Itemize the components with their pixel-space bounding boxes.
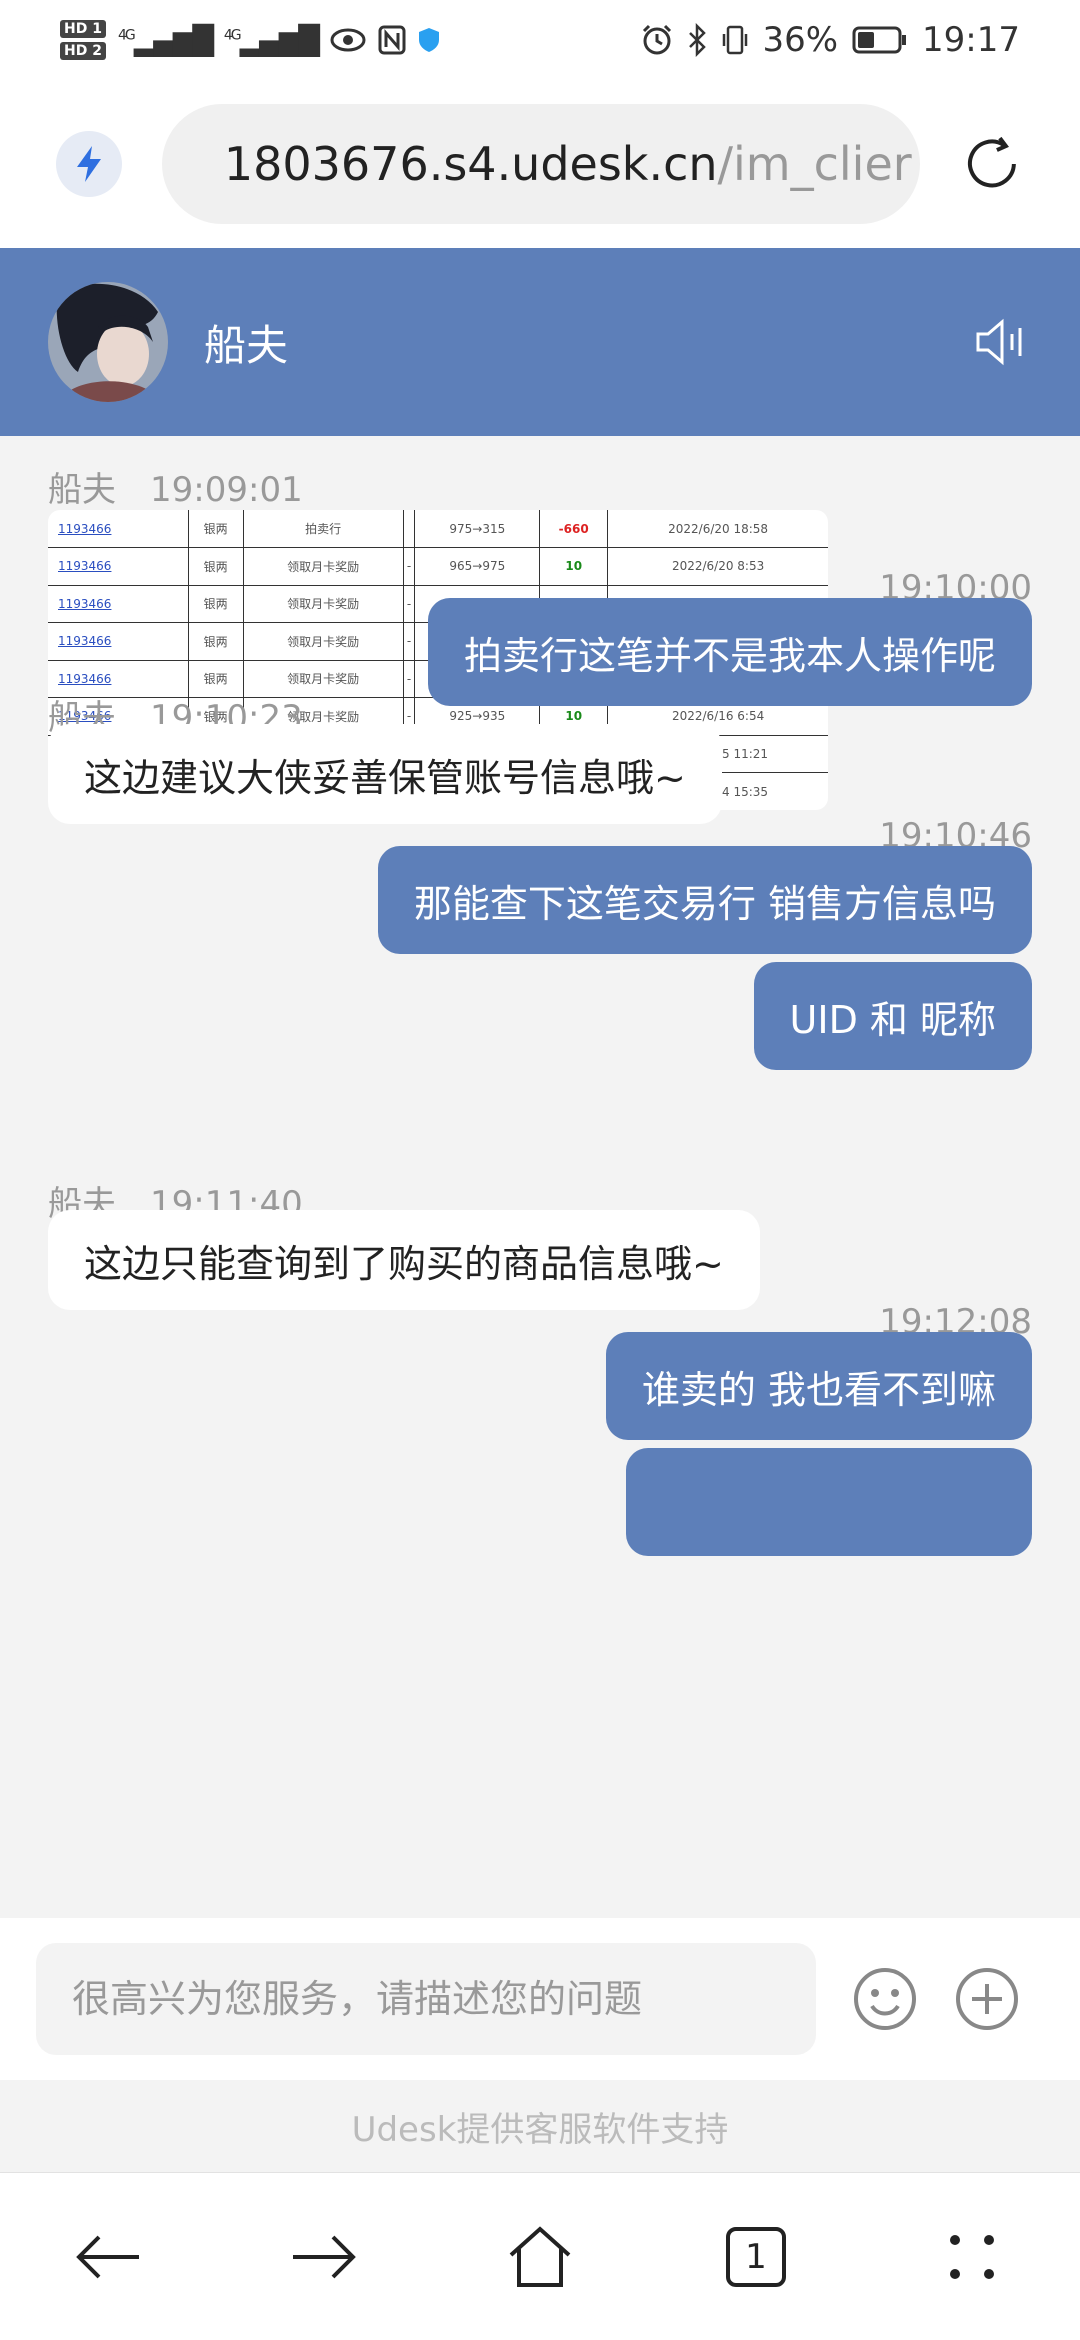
net2-label: 4G — [223, 27, 242, 44]
image-table-cell: - — [403, 622, 416, 661]
image-table-cell: 1193466 — [48, 547, 189, 586]
clock: 19:17 — [922, 20, 1020, 60]
agent-avatar — [48, 282, 168, 402]
avatar-image — [48, 282, 168, 402]
image-table-cell: 银两 — [188, 585, 244, 623]
agent-name: 船夫 — [204, 320, 289, 370]
image-table-cell: 拍卖行 — [243, 510, 404, 548]
chat-header: 船夫 — [0, 248, 1080, 436]
user-message-bubble: 拍卖行这笔并不是我本人操作呢 — [427, 598, 1032, 706]
image-table-cell: - — [403, 547, 416, 586]
image-table-row: 1193466 银两 领取月卡奖励 -965→975 10 2022/6/20 8:53 — [48, 547, 828, 586]
home-button[interactable] — [495, 2212, 585, 2302]
tab-count: 1 — [745, 2236, 767, 2277]
message-meta: 船夫 19:09:01 — [48, 462, 303, 511]
eye-icon — [330, 28, 366, 52]
image-table-cell: -660 — [539, 510, 609, 548]
tabs-button[interactable]: 1 — [711, 2212, 801, 2302]
user-message-bubble: 谁卖的 我也看不到嘛 — [605, 1332, 1032, 1440]
image-table-cell: 银两 — [188, 622, 244, 661]
signal-2-icon: 4G▂▄▆█ — [223, 23, 320, 57]
emoji-icon[interactable] — [852, 1966, 918, 2032]
browser-toolbar: 1803676.s4.udesk.cn/im_clier — [0, 80, 1080, 248]
image-table-cell — [403, 510, 416, 548]
arrow-left-icon — [76, 2235, 139, 2278]
status-bar: HD 1 HD 2 4G▂▄▆█ 4G▂▄▆█ 36% 19:17 — [0, 0, 1080, 80]
nfc-icon — [378, 25, 406, 55]
more-button[interactable] — [927, 2212, 1017, 2302]
back-button[interactable] — [63, 2212, 153, 2302]
sim2-label: HD 2 — [60, 42, 106, 60]
sim-indicators: HD 1 HD 2 — [60, 20, 106, 60]
bluetooth-icon — [689, 23, 707, 57]
footer-credit: Udesk提供客服软件支持 — [0, 2080, 1080, 2172]
reload-icon[interactable] — [960, 132, 1024, 196]
alarm-icon — [643, 24, 672, 55]
browser-nav-bar: 1 — [0, 2172, 1080, 2340]
forward-button[interactable] — [279, 2212, 369, 2302]
image-table-cell: 10 — [539, 547, 609, 586]
signal-1-icon: 4G▂▄▆█ — [117, 23, 214, 57]
image-table-cell: 2022/6/20 18:58 — [607, 510, 828, 548]
home-icon — [509, 2225, 571, 2287]
arrow-right-icon — [293, 2235, 356, 2278]
bolt-icon — [76, 146, 101, 182]
image-table-cell: 965→975 — [414, 547, 541, 586]
image-table-cell: 975→315 — [414, 510, 541, 548]
message-list[interactable]: 船夫 19:09:01 1193466 银两 拍卖行 975→315 -660 2022/6… — [0, 436, 1080, 1880]
vibrate-icon — [723, 25, 748, 55]
url-bar[interactable]: 1803676.s4.udesk.cn/im_clier — [161, 104, 921, 224]
net1-label: 4G — [117, 27, 136, 44]
status-left: HD 1 HD 2 4G▂▄▆█ 4G▂▄▆█ — [60, 20, 440, 60]
image-table-cell: 领取月卡奖励 — [243, 585, 404, 623]
message-time: 19:09:01 — [150, 470, 303, 510]
user-message-bubble: 那能查下这笔交易行 销售方信息吗 — [377, 846, 1032, 954]
image-table-cell: - — [403, 660, 416, 698]
url-text: 1803676.s4.udesk.cn/im_clier — [224, 137, 912, 191]
image-table-cell: 领取月卡奖励 — [243, 547, 404, 586]
image-table-cell: 1193466 — [48, 585, 189, 623]
url-host: 1803676.s4.udesk.cn — [223, 137, 718, 191]
agent-message-bubble: 这边建议大侠妥善保管账号信息哦~ — [48, 724, 722, 824]
more-icon — [950, 2234, 994, 2279]
image-table-cell: 1193466 — [48, 622, 189, 661]
add-icon[interactable] — [954, 1966, 1020, 2032]
image-table-cell: - — [403, 585, 416, 623]
image-table-cell: 2022/6/20 8:53 — [607, 547, 828, 586]
sender-name: 船夫 — [48, 470, 116, 510]
sim1-label: HD 1 — [60, 20, 106, 38]
shield-icon — [418, 28, 439, 52]
bolt-button[interactable] — [56, 131, 122, 197]
url-path: /im_clier — [717, 137, 912, 191]
user-message-bubble-partial — [626, 1448, 1032, 1556]
speaker-icon[interactable] — [972, 312, 1032, 372]
user-message-bubble: UID 和 昵称 — [753, 962, 1032, 1070]
image-table-cell: 1193466 — [48, 510, 189, 548]
message-input[interactable] — [36, 1943, 816, 2055]
battery-percent: 36% — [762, 20, 839, 60]
status-right: 36% 19:17 — [640, 20, 1020, 60]
agent-message-bubble: 这边只能查询到了购买的商品信息哦~ — [48, 1210, 760, 1310]
image-table-row: 1193466 银两 拍卖行 975→315 -660 2022/6/20 18:58 — [48, 510, 828, 548]
battery-icon — [852, 26, 907, 54]
composer — [0, 1918, 1080, 2080]
image-table-cell: 银两 — [188, 510, 244, 548]
image-table-cell: 领取月卡奖励 — [243, 622, 404, 661]
image-table-cell: 银两 — [188, 547, 244, 586]
